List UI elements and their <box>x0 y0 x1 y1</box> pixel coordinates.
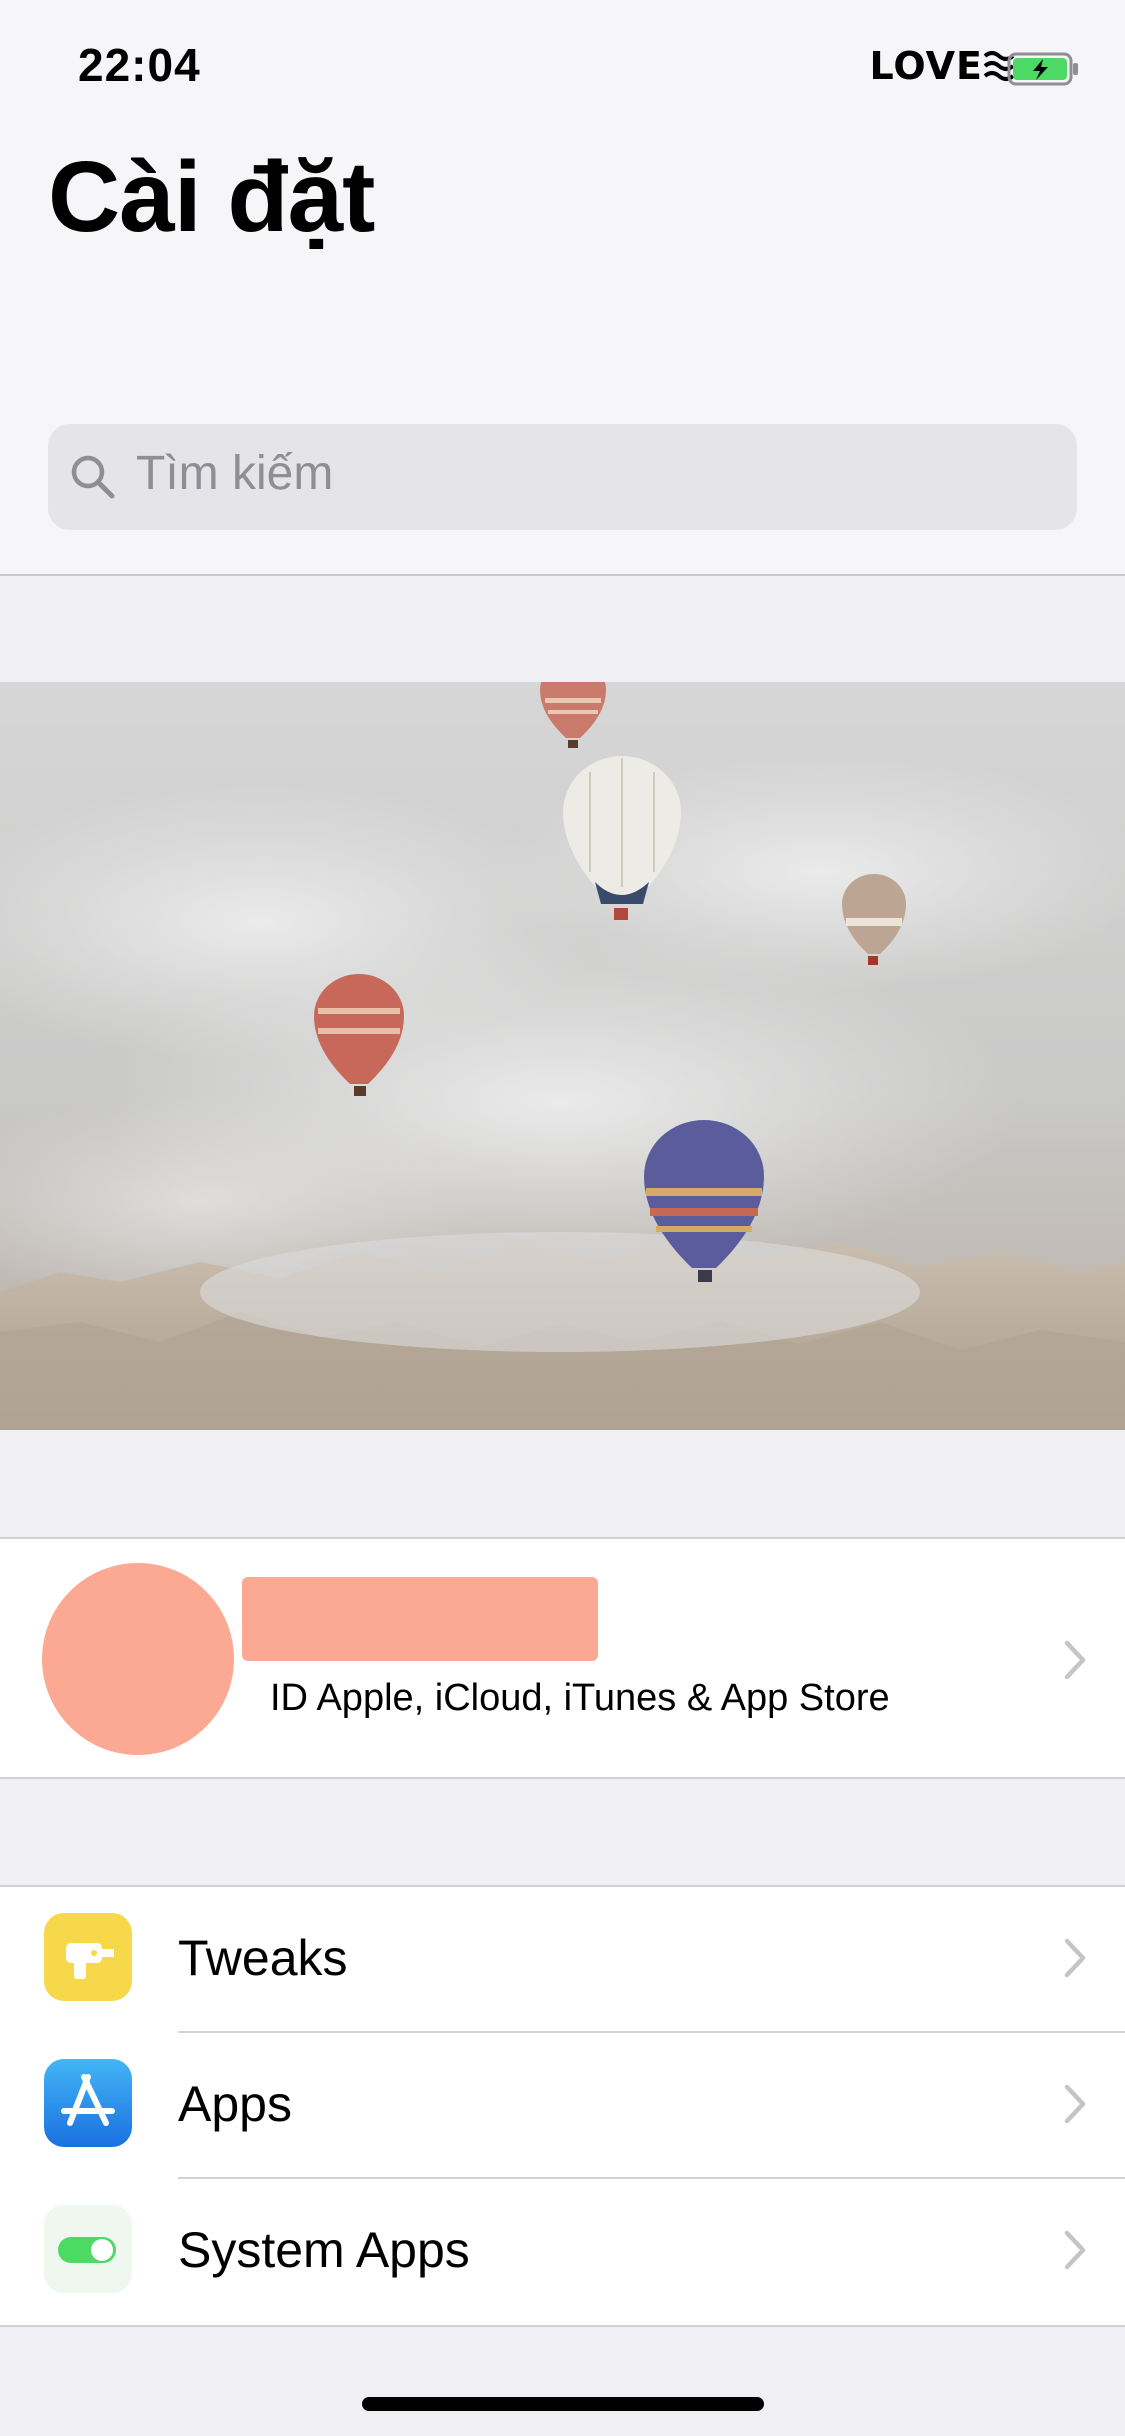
list-item-tweaks[interactable]: Tweaks <box>0 1887 1125 2033</box>
chevron-right-icon <box>1064 2084 1086 2124</box>
list-item-apps[interactable]: Apps <box>0 2033 1125 2179</box>
search-icon <box>71 455 115 499</box>
search-placeholder: Tìm kiếm <box>136 447 334 500</box>
chevron-right-icon <box>1064 2230 1086 2270</box>
chevron-right-icon <box>1064 1640 1086 1680</box>
hot-air-balloons-illustration <box>0 682 1125 1430</box>
carrier-name: LOVE <box>869 44 983 88</box>
app-store-icon <box>44 2059 132 2147</box>
profile-name-redacted <box>242 1577 598 1661</box>
banner-image <box>0 682 1125 1430</box>
chevron-right-icon <box>1064 1938 1086 1978</box>
list-item-label: Apps <box>178 2076 292 2132</box>
drill-icon <box>44 1913 132 2001</box>
status-bar: 22:04 LOVE <box>0 0 1125 140</box>
list-item-label: System Apps <box>178 2222 470 2278</box>
toggle-switch-icon <box>44 2205 132 2293</box>
list-item-system-apps[interactable]: System Apps <box>0 2179 1125 2325</box>
home-indicator[interactable] <box>362 2397 764 2411</box>
status-time: 22:04 <box>78 39 201 91</box>
avatar <box>42 1563 234 1755</box>
apple-id-profile-cell[interactable]: ID Apple, iCloud, iTunes & App Store <box>0 1537 1125 1779</box>
battery-charging-icon <box>1007 52 1078 86</box>
page-title: Cài đặt <box>48 141 375 253</box>
profile-subtitle: ID Apple, iCloud, iTunes & App Store <box>270 1677 890 1719</box>
settings-screen: 22:04 LOVE Cài đặt Tìm kiếm ID Apple, iC… <box>0 0 1125 2436</box>
settings-list: Tweaks Apps System Apps <box>0 1885 1125 2327</box>
list-item-label: Tweaks <box>178 1930 348 1986</box>
